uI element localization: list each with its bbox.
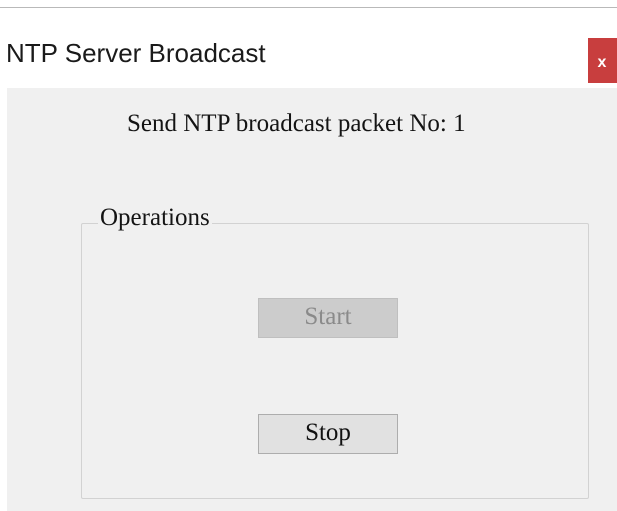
broadcast-status-label: Send NTP broadcast packet No: 1 <box>127 110 466 137</box>
operations-groupbox: Operations Start Stop <box>81 204 589 499</box>
title-bar[interactable]: NTP Server Broadcast x <box>0 8 617 88</box>
start-button[interactable]: Start <box>258 298 398 338</box>
ntp-broadcast-window: NTP Server Broadcast x Send NTP broadcas… <box>0 0 617 511</box>
window-title: NTP Server Broadcast <box>6 38 266 68</box>
dialog-client-area: Send NTP broadcast packet No: 1 Operatio… <box>7 88 617 511</box>
operations-groupbox-label: Operations <box>98 204 212 232</box>
stop-button[interactable]: Stop <box>258 414 398 454</box>
close-button[interactable]: x <box>588 38 617 83</box>
close-icon: x <box>597 53 607 71</box>
